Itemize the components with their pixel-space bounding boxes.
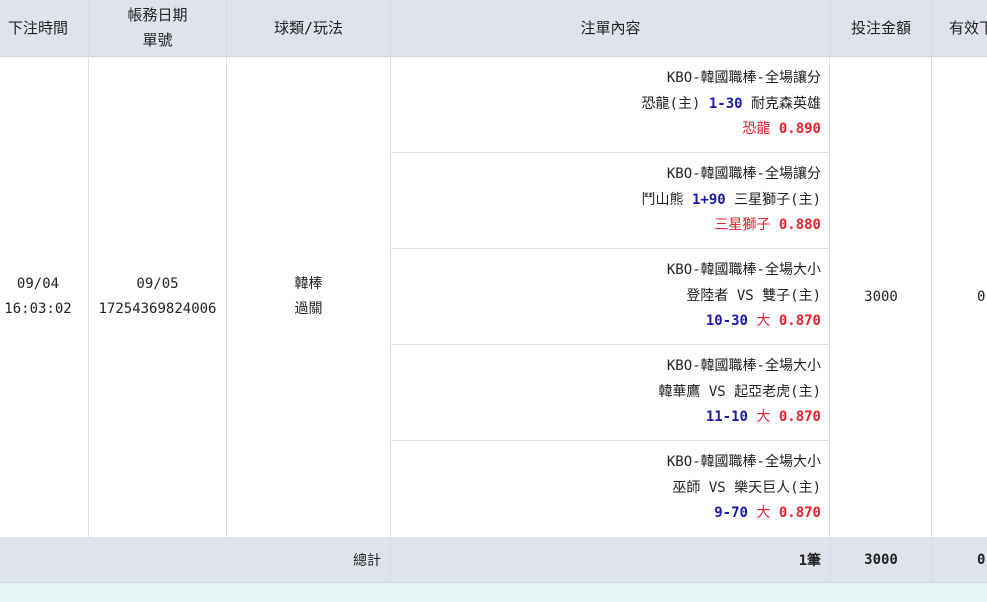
bet-item: KBO-韓國職棒-全場大小 巫師 VS 樂天巨人(主) 9-70 大 0.870: [391, 441, 830, 537]
pick-label: 大: [756, 409, 771, 425]
header-valid: 有效下: [932, 0, 987, 57]
vs-label: VS: [708, 479, 726, 496]
bet-clock: 16:03:02: [4, 301, 72, 317]
pick-label: 大: [756, 505, 771, 521]
team-away: 耐克森英雄: [751, 95, 821, 112]
bet-pick: 恐龍 0.890: [391, 117, 821, 143]
bet-date: 09/04: [16, 276, 60, 292]
total-line: 10-30: [705, 313, 748, 329]
pick-odds: 0.870: [778, 313, 821, 329]
team-away: 鬥山熊: [641, 191, 684, 208]
account-date-cell: 09/05 17254369824006: [89, 57, 227, 537]
pick-label: 大: [756, 313, 771, 329]
footer-amount-cell: 3000: [831, 537, 932, 583]
bet-matchup: 登陸者 VS 雙子(主): [391, 284, 821, 310]
header-bet-time: 下注時間: [0, 0, 89, 57]
bet-league: KBO-韓國職棒-全場讓分: [666, 166, 821, 182]
pick-odds: 0.870: [778, 505, 821, 521]
bet-time-cell: 09/04 16:03:02: [0, 57, 89, 537]
footer-total-cell: 總計: [0, 537, 391, 583]
pick-odds: 0.880: [778, 217, 821, 233]
team-home: 雙子(主): [762, 287, 821, 304]
bet-matchup: 鬥山熊 1+90 三星獅子(主): [391, 188, 821, 214]
bet-matchup: 恐龍(主) 1-30 耐克森英雄: [391, 92, 821, 118]
bet-pick: 三星獅子 0.880: [391, 213, 821, 239]
bet-item: KBO-韓國職棒-全場大小 登陸者 VS 雙子(主) 10-30 大 0.870: [391, 249, 830, 345]
bet-amount-cell: 3000: [831, 57, 932, 537]
header-bet-time-label: 下注時間: [7, 18, 68, 37]
bet-item: KBO-韓國職棒-全場大小 韓華鷹 VS 起亞老虎(主) 11-10 大 0.8…: [391, 345, 830, 441]
pick-label: 恐龍: [742, 121, 771, 137]
header-valid-label: 有效下: [949, 18, 987, 37]
bet-pick: 11-10 大 0.870: [391, 405, 821, 431]
team-away: 登陸者: [686, 287, 729, 304]
vs-label: VS: [736, 287, 754, 304]
header-sport-type-label: 球類/玩法: [273, 18, 344, 37]
bet-item: KBO-韓國職棒-全場讓分 鬥山熊 1+90 三星獅子(主) 三星獅子 0.88…: [391, 153, 830, 249]
bet-league: KBO-韓國職棒-全場大小: [666, 262, 821, 278]
sport-type-cell: 韓棒 過關: [227, 57, 391, 537]
bet-matchup: 巫師 VS 樂天巨人(主): [391, 476, 821, 502]
team-home: 三星獅子(主): [734, 191, 821, 208]
team-home: 起亞老虎(主): [734, 383, 821, 400]
bet-item: KBO-韓國職棒-全場讓分 恐龍(主) 1-30 耐克森英雄 恐龍 0.890: [391, 57, 830, 153]
total-line: 11-10: [705, 409, 748, 425]
team-home: 恐龍(主): [641, 95, 701, 112]
bottom-strip: [0, 583, 987, 602]
team-away: 韓華鷹: [658, 383, 701, 400]
account-date: 09/05: [136, 276, 179, 292]
bet-league: KBO-韓國職棒-全場大小: [666, 358, 821, 374]
bet-pick: 10-30 大 0.870: [391, 309, 821, 335]
pick-odds: 0.890: [778, 121, 821, 137]
total-line: 9-70: [714, 505, 748, 521]
valid-amount: 0: [977, 288, 986, 305]
bet-league: KBO-韓國職棒-全場讓分: [666, 70, 821, 86]
header-account-date: 帳務日期 單號: [89, 0, 227, 57]
total-label: 總計: [353, 552, 381, 569]
total-amount: 3000: [864, 551, 898, 568]
header-bet-content: 注單內容: [391, 0, 831, 57]
pick-label: 三星獅子: [714, 217, 771, 233]
total-valid: 0: [977, 551, 986, 568]
play-type: 過關: [294, 301, 323, 317]
header-bet-content-label: 注單內容: [580, 18, 641, 37]
bet-league: KBO-韓國職棒-全場大小: [666, 454, 821, 470]
team-home: 樂天巨人(主): [734, 479, 821, 496]
pick-odds: 0.870: [778, 409, 821, 425]
bet-amount: 3000: [864, 288, 898, 305]
team-away: 巫師: [672, 479, 701, 496]
header-order-no-label: 單號: [142, 31, 173, 49]
handicap-line: 1+90: [691, 191, 726, 208]
order-number: 17254369824006: [98, 301, 217, 317]
handicap-line: 1-30: [708, 95, 743, 112]
footer-count-cell: 1筆: [391, 537, 831, 583]
sport-name: 韓棒: [294, 276, 323, 292]
bet-pick: 9-70 大 0.870: [391, 501, 821, 527]
header-sport-type: 球類/玩法: [227, 0, 391, 57]
total-count: 1筆: [798, 552, 821, 569]
vs-label: VS: [708, 383, 726, 400]
footer-valid-cell: 0: [932, 537, 987, 583]
header-bet-amount: 投注金額: [831, 0, 932, 57]
bet-matchup: 韓華鷹 VS 起亞老虎(主): [391, 380, 821, 406]
header-bet-amount-label: 投注金額: [850, 18, 911, 37]
header-account-date-label: 帳務日期: [127, 6, 188, 24]
valid-amount-cell: 0: [932, 57, 987, 537]
